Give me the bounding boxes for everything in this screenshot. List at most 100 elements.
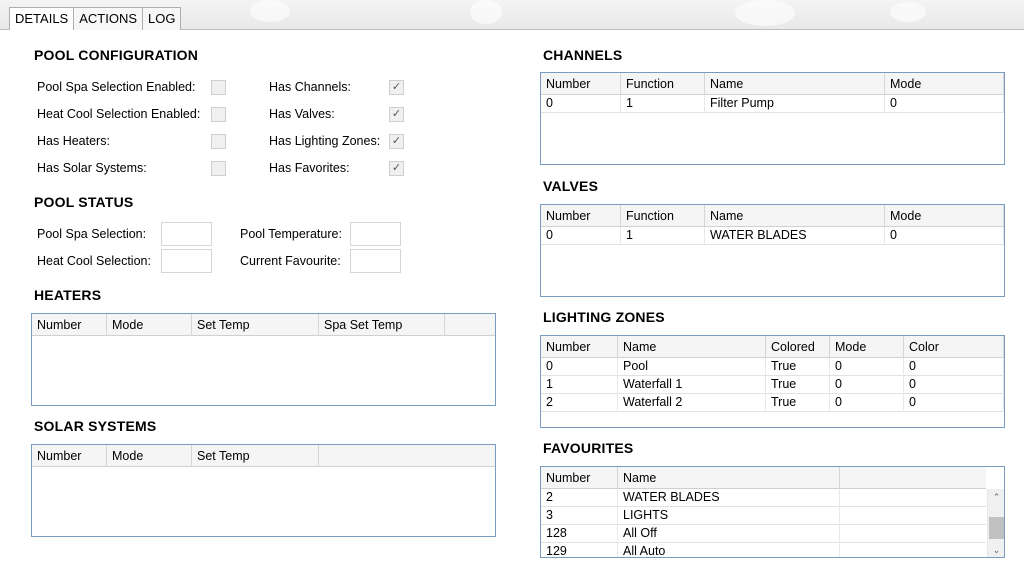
solar-systems-title: SOLAR SYSTEMS <box>34 418 157 434</box>
cell-number: 2 <box>541 394 618 412</box>
pool-spa-selection-enabled-checkbox[interactable] <box>211 80 226 95</box>
table-row[interactable]: 128 All Off <box>541 525 986 543</box>
channels-title: CHANNELS <box>543 47 623 63</box>
valves-grid-header: Number Function Name Mode <box>541 205 1004 227</box>
cell-number: 3 <box>541 507 618 525</box>
scrollbar-thumb[interactable] <box>989 517 1004 539</box>
heat-cool-selection-enabled-label: Heat Cool Selection Enabled: <box>37 107 201 121</box>
lighting-zones-grid-header: Number Name Colored Mode Color <box>541 336 1004 358</box>
cell-name: Pool <box>618 358 766 376</box>
valves-grid[interactable]: Number Function Name Mode 0 1 WATER BLAD… <box>540 204 1005 297</box>
favourites-scrollbar[interactable]: ⌃ ⌄ <box>987 489 1004 557</box>
has-valves-checkbox[interactable]: ✓ <box>389 107 404 122</box>
tab-actions[interactable]: ACTIONS <box>73 7 144 30</box>
cell-name: All Auto <box>618 543 840 557</box>
pool-spa-selection-enabled-label: Pool Spa Selection Enabled: <box>37 80 196 94</box>
has-favorites-checkbox[interactable]: ✓ <box>389 161 404 176</box>
cell-name: WATER BLADES <box>705 227 885 245</box>
cell-number: 0 <box>541 227 621 245</box>
current-favourite-field[interactable] <box>350 249 401 273</box>
has-channels-checkbox[interactable]: ✓ <box>389 80 404 95</box>
pool-temperature-label: Pool Temperature: <box>240 227 342 241</box>
table-row[interactable]: 3 LIGHTS <box>541 507 986 525</box>
cell-mode: 0 <box>830 376 904 394</box>
table-row[interactable]: 0 1 WATER BLADES 0 <box>541 227 1004 245</box>
column-header-mode[interactable]: Mode <box>830 336 904 358</box>
has-lighting-zones-checkbox[interactable]: ✓ <box>389 134 404 149</box>
scroll-down-icon[interactable]: ⌄ <box>988 542 1004 557</box>
column-header-set-temp[interactable]: Set Temp <box>192 445 319 467</box>
cell-mode: 0 <box>885 95 1004 113</box>
tab-strip: DETAILS ACTIONS LOG <box>9 7 182 31</box>
background-decoration <box>735 0 795 26</box>
cell-mode: 0 <box>830 394 904 412</box>
pool-spa-selection-label: Pool Spa Selection: <box>37 227 147 241</box>
column-header-number[interactable]: Number <box>541 73 621 95</box>
favourites-grid[interactable]: Number Name 2 WATER BLADES 3 LIGHTS 128 … <box>540 466 1005 558</box>
table-row[interactable]: 1 Waterfall 1 True 0 0 <box>541 376 1004 394</box>
has-channels-label: Has Channels: <box>269 80 351 94</box>
cell-name: LIGHTS <box>618 507 840 525</box>
heaters-grid[interactable]: Number Mode Set Temp Spa Set Temp <box>31 313 496 406</box>
favourites-title: FAVOURITES <box>543 440 634 456</box>
solar-systems-grid[interactable]: Number Mode Set Temp <box>31 444 496 537</box>
cell-color: 0 <box>904 394 1004 412</box>
table-row[interactable]: 2 Waterfall 2 True 0 0 <box>541 394 1004 412</box>
column-header-number[interactable]: Number <box>32 314 107 336</box>
cell-name: WATER BLADES <box>618 489 840 507</box>
column-header-function[interactable]: Function <box>621 205 705 227</box>
column-header-colored[interactable]: Colored <box>766 336 830 358</box>
column-header-spa-set-temp[interactable]: Spa Set Temp <box>319 314 445 336</box>
has-solar-systems-checkbox[interactable] <box>211 161 226 176</box>
background-decoration <box>890 2 926 22</box>
column-header-mode[interactable]: Mode <box>107 314 192 336</box>
scroll-up-icon[interactable]: ⌃ <box>988 489 1004 506</box>
tab-details[interactable]: DETAILS <box>9 7 75 31</box>
background-decoration <box>250 0 290 22</box>
column-header-set-temp[interactable]: Set Temp <box>192 314 319 336</box>
column-header-number[interactable]: Number <box>32 445 107 467</box>
heaters-grid-header: Number Mode Set Temp Spa Set Temp <box>32 314 495 336</box>
cell-colored: True <box>766 394 830 412</box>
pool-temperature-field[interactable] <box>350 222 401 246</box>
heat-cool-selection-label: Heat Cool Selection: <box>37 254 151 268</box>
lighting-zones-title: LIGHTING ZONES <box>543 309 665 325</box>
heat-cool-selection-field[interactable] <box>161 249 212 273</box>
background-decoration <box>470 0 502 24</box>
cell-color: 0 <box>904 358 1004 376</box>
column-header-number[interactable]: Number <box>541 205 621 227</box>
cell-number: 0 <box>541 358 618 376</box>
cell-mode: 0 <box>830 358 904 376</box>
solar-systems-grid-header: Number Mode Set Temp <box>32 445 495 467</box>
cell-number: 1 <box>541 376 618 394</box>
column-header-name[interactable]: Name <box>705 73 885 95</box>
channels-grid[interactable]: Number Function Name Mode 0 1 Filter Pum… <box>540 72 1005 165</box>
pool-configuration-title: POOL CONFIGURATION <box>34 47 199 63</box>
current-favourite-label: Current Favourite: <box>240 254 341 268</box>
column-header-color[interactable]: Color <box>904 336 1004 358</box>
has-heaters-checkbox[interactable] <box>211 134 226 149</box>
column-header-name[interactable]: Name <box>705 205 885 227</box>
column-header-name[interactable]: Name <box>618 336 766 358</box>
lighting-zones-grid[interactable]: Number Name Colored Mode Color 0 Pool Tr… <box>540 335 1005 428</box>
heaters-title: HEATERS <box>34 287 102 303</box>
pool-spa-selection-field[interactable] <box>161 222 212 246</box>
column-header-mode[interactable]: Mode <box>885 73 1004 95</box>
cell-number: 2 <box>541 489 618 507</box>
column-header-mode[interactable]: Mode <box>107 445 192 467</box>
table-row[interactable]: 0 Pool True 0 0 <box>541 358 1004 376</box>
column-header-function[interactable]: Function <box>621 73 705 95</box>
pool-status-title: POOL STATUS <box>34 194 134 210</box>
table-row[interactable]: 129 All Auto <box>541 543 986 557</box>
has-solar-systems-label: Has Solar Systems: <box>37 161 147 175</box>
column-header-name[interactable]: Name <box>618 467 840 489</box>
table-row[interactable]: 2 WATER BLADES <box>541 489 986 507</box>
cell-number: 128 <box>541 525 618 543</box>
table-row[interactable]: 0 1 Filter Pump 0 <box>541 95 1004 113</box>
tab-log[interactable]: LOG <box>142 7 182 30</box>
has-valves-label: Has Valves: <box>269 107 335 121</box>
column-header-mode[interactable]: Mode <box>885 205 1004 227</box>
column-header-number[interactable]: Number <box>541 336 618 358</box>
column-header-number[interactable]: Number <box>541 467 618 489</box>
heat-cool-selection-enabled-checkbox[interactable] <box>211 107 226 122</box>
